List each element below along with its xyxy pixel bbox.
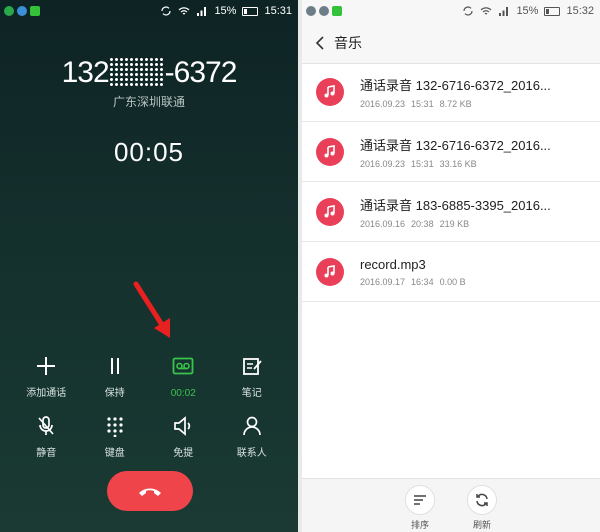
sort-label: 排序 (410, 520, 429, 530)
number-mask (108, 57, 165, 87)
file-date: 2016.09.16 (360, 218, 406, 229)
notification-icon (319, 6, 329, 16)
wechat-icon (332, 6, 342, 16)
battery-icon (242, 6, 259, 16)
sort-icon (405, 485, 435, 515)
file-name: 通话录音 132-6716-6372_2016... (360, 77, 551, 93)
record-duration-label: 00:02 (170, 388, 196, 399)
speaker-button[interactable]: 免提 (153, 415, 213, 461)
file-name: 通话录音 183-6885-3395_2016... (360, 197, 551, 213)
keypad-icon (107, 417, 123, 437)
wifi-icon (481, 7, 492, 15)
file-size: 219 KB (439, 218, 470, 229)
file-size: 0.00 B (439, 276, 466, 287)
hang-up-icon (139, 488, 161, 496)
back-button[interactable] (308, 22, 332, 64)
hang-up-button[interactable] (107, 471, 193, 511)
rotate-lock-icon (463, 6, 474, 16)
plus-icon (37, 357, 56, 375)
file-meta: 2016.09.17 16:34 0.00 B (360, 277, 600, 287)
note-icon (242, 358, 262, 375)
speaker-label: 免提 (173, 448, 194, 459)
keypad-label: 键盘 (104, 448, 125, 459)
contacts-label: 联系人 (236, 448, 267, 459)
pause-icon (110, 358, 119, 374)
keypad-button[interactable]: 键盘 (85, 415, 145, 461)
file-list: 通话录音 132-6716-6372_2016... 2016.09.23 15:… (302, 62, 600, 302)
status-bar: 15% 15:31 (0, 0, 298, 22)
wifi-icon (179, 7, 190, 15)
speaker-icon (174, 416, 191, 436)
contact-icon (242, 416, 261, 436)
phone-number-prefix: 132 (61, 56, 110, 89)
contacts-button[interactable]: 联系人 (222, 415, 282, 461)
app-bar: 音乐 (302, 22, 600, 64)
recording-icon (172, 357, 194, 375)
music-file-icon (316, 77, 344, 106)
file-meta: 2016.09.23 15:31 33.16 KB (360, 159, 600, 169)
mute-button[interactable]: 静音 (16, 415, 76, 461)
file-size: 8.72 KB (439, 98, 472, 109)
music-file-icon (316, 137, 344, 166)
note-button[interactable]: 笔记 (222, 355, 282, 401)
file-list-item[interactable]: 通话录音 132-6716-6372_2016... 2016.09.23 15:… (302, 122, 600, 182)
file-list-item[interactable]: 通话录音 132-6716-6372_2016... 2016.09.23 15:… (302, 62, 600, 122)
battery-percent: 15% (516, 5, 539, 17)
wechat-icon (30, 6, 40, 16)
files-screen: 15% 15:32 音乐 通话录音 132-6716-6372_2016... … (302, 0, 600, 532)
file-time: 20:38 (411, 218, 434, 229)
back-arrow-icon (315, 35, 324, 50)
phone-number: 132 -6372 (0, 56, 298, 90)
file-list-item[interactable]: record.mp3 2016.09.17 16:34 0.00 B (302, 242, 600, 302)
signal-icon (499, 7, 509, 16)
file-date: 2016.09.23 (360, 158, 406, 169)
status-time: 15:32 (566, 5, 594, 17)
refresh-icon (467, 485, 497, 515)
call-controls-row-2: 静音 键盘 免提 联系人 (0, 415, 298, 461)
call-controls-row-1: 添加通话 保持 00:02 笔记 (0, 355, 298, 401)
mic-off-icon (38, 416, 54, 435)
bottom-toolbar: 排序 刷新 (302, 478, 600, 532)
file-time: 15:31 (411, 98, 434, 109)
hold-button[interactable]: 保持 (85, 355, 145, 401)
file-date: 2016.09.17 (360, 276, 406, 287)
page-title: 音乐 (334, 34, 362, 51)
add-call-label: 添加通话 (26, 388, 67, 399)
status-time: 15:31 (264, 5, 292, 17)
file-time: 15:31 (411, 158, 434, 169)
notification-icon (4, 6, 14, 16)
file-meta: 2016.09.16 20:38 219 KB (360, 219, 600, 229)
file-meta: 2016.09.23 15:31 8.72 KB (360, 99, 600, 109)
refresh-button[interactable]: 刷新 (464, 485, 500, 532)
file-time: 16:34 (411, 276, 434, 287)
rotate-lock-icon (161, 6, 172, 16)
notification-icon (306, 6, 316, 16)
call-screen: 15% 15:31 132 -6372 广东深圳联通 00:05 添加通话 保持 … (0, 0, 298, 532)
music-file-icon (316, 197, 344, 226)
file-date: 2016.09.23 (360, 98, 406, 109)
refresh-label: 刷新 (472, 520, 491, 530)
signal-icon (197, 7, 207, 16)
battery-percent: 15% (214, 5, 237, 17)
status-bar: 15% 15:32 (302, 0, 600, 22)
file-list-item[interactable]: 通话录音 183-6885-3395_2016... 2016.09.16 20:… (302, 182, 600, 242)
hold-label: 保持 (104, 388, 125, 399)
carrier-label: 广东深圳联通 (112, 95, 185, 109)
music-file-icon (316, 257, 344, 286)
call-timer: 00:05 (113, 137, 185, 167)
notification-icon (17, 6, 27, 16)
add-call-button[interactable]: 添加通话 (16, 355, 76, 401)
sort-button[interactable]: 排序 (402, 485, 438, 532)
file-name: record.mp3 (360, 256, 426, 272)
mute-label: 静音 (36, 448, 57, 459)
note-label: 笔记 (241, 388, 262, 399)
file-name: 通话录音 132-6716-6372_2016... (360, 137, 551, 153)
record-button[interactable]: 00:02 (153, 355, 213, 401)
red-arrow-annotation (133, 281, 170, 338)
battery-icon (544, 6, 561, 16)
phone-number-suffix: -6372 (164, 56, 238, 89)
file-size: 33.16 KB (439, 158, 477, 169)
